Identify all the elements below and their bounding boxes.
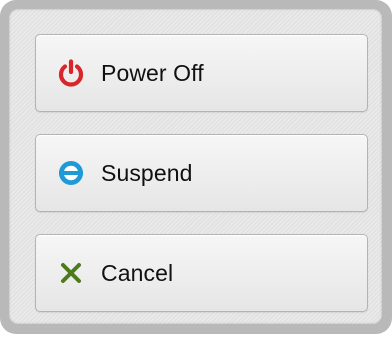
close-icon [56, 258, 86, 288]
suspend-icon [56, 158, 86, 188]
power-off-button[interactable]: Power Off [35, 34, 368, 112]
cancel-label: Cancel [101, 259, 174, 286]
suspend-button[interactable]: Suspend [35, 134, 368, 212]
power-options-dialog: Power Off Suspend Cancel [0, 0, 392, 334]
cancel-button[interactable]: Cancel [35, 234, 368, 312]
suspend-label: Suspend [101, 159, 193, 186]
power-icon [56, 58, 86, 88]
power-off-label: Power Off [101, 59, 204, 86]
dialog-panel: Power Off Suspend Cancel [9, 9, 382, 324]
